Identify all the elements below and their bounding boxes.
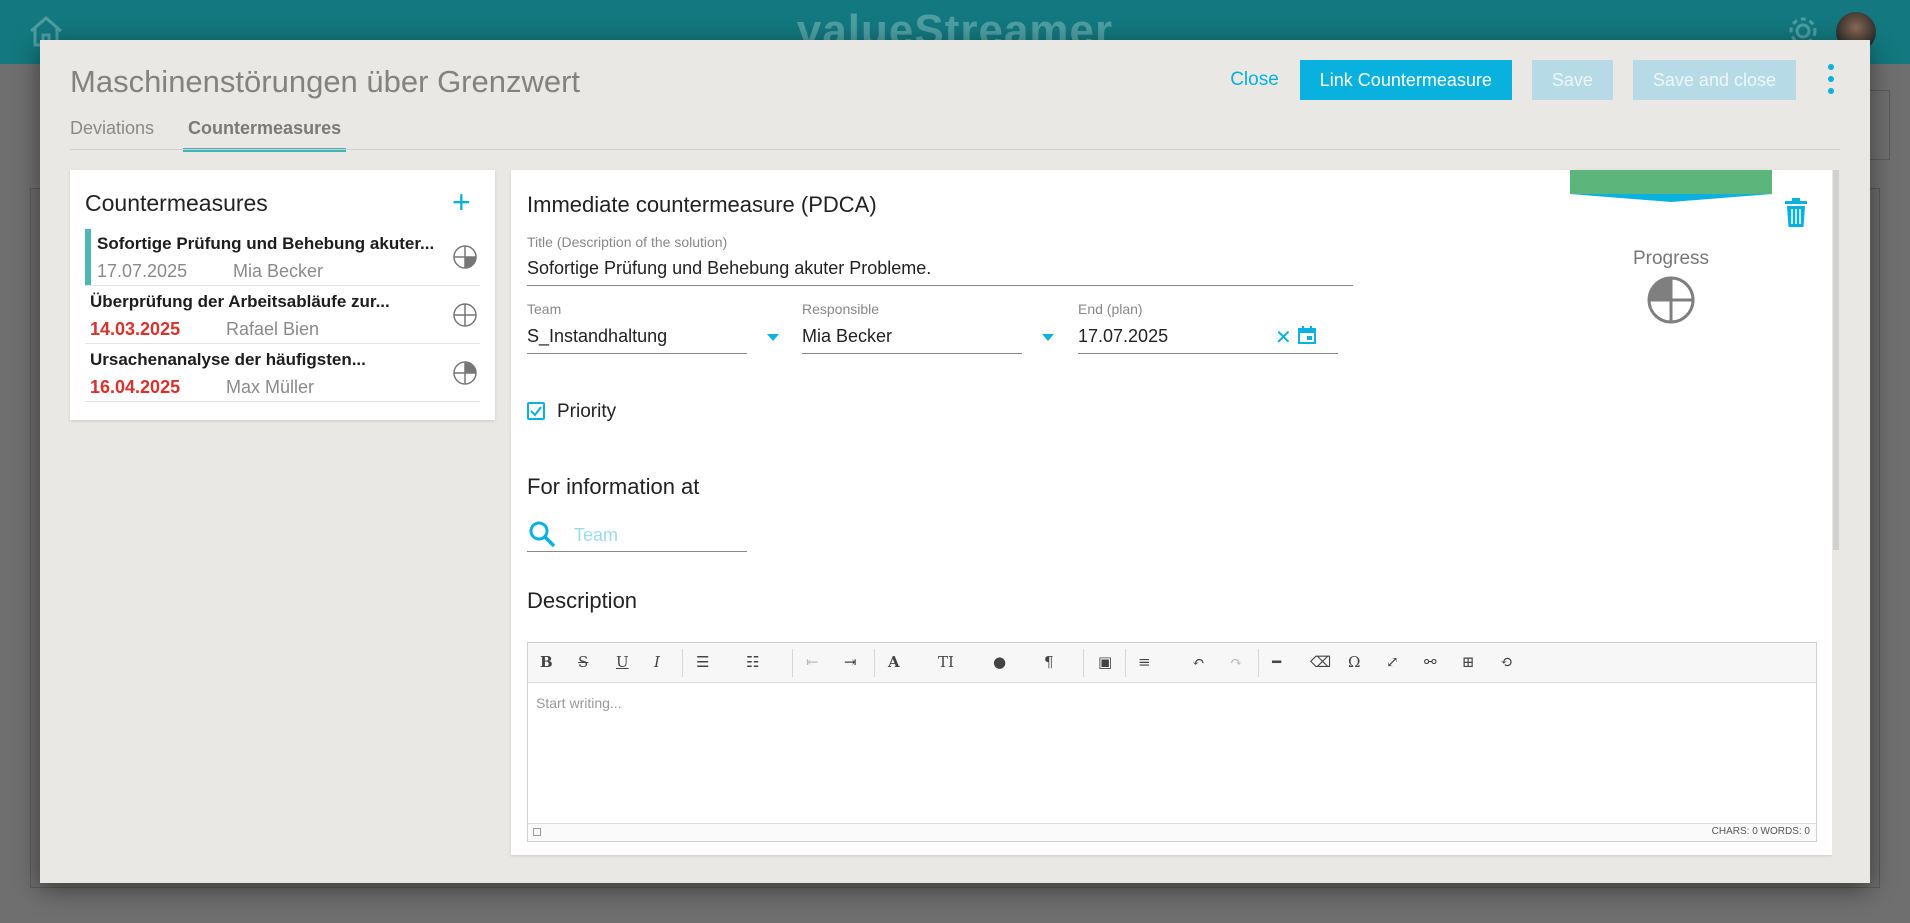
tab-divider	[70, 149, 1840, 150]
priority-checkbox[interactable]	[527, 402, 545, 420]
responsible-underline	[802, 353, 1022, 354]
end-date-underline	[1078, 353, 1338, 354]
progress-pie-icon	[453, 303, 477, 327]
countermeasure-detail: Immediate countermeasure (PDCA) Progress…	[511, 170, 1832, 855]
link-countermeasure-button[interactable]: Link Countermeasure	[1299, 60, 1512, 100]
search-underline	[527, 551, 747, 552]
status-ribbon	[1570, 170, 1772, 202]
item-title: Überprüfung der Arbeitsabläufe zur...	[90, 292, 390, 311]
title-underline	[527, 285, 1353, 286]
list-title: Countermeasures	[85, 190, 268, 216]
bold-icon[interactable]: B	[540, 653, 553, 671]
link-icon[interactable]: ⚯	[1424, 653, 1437, 671]
history-icon[interactable]: ⟲	[1500, 653, 1513, 671]
image-icon[interactable]: ▣	[1098, 653, 1112, 671]
list-item[interactable]: Überprüfung der Arbeitsabläufe zur... 14…	[85, 286, 480, 344]
save-and-close-button[interactable]: Save and close	[1632, 60, 1796, 100]
progress-pie-icon	[453, 245, 477, 269]
outdent-icon[interactable]: ⇤	[806, 653, 819, 671]
item-title: Sofortige Prüfung und Behebung akuter...	[97, 234, 435, 253]
underline-icon[interactable]: U	[616, 653, 629, 671]
team-underline	[527, 353, 747, 354]
info-heading: For information at	[527, 474, 700, 499]
end-date-input[interactable]: 17.07.2025	[1078, 326, 1168, 347]
paragraph-icon[interactable]: ¶	[1044, 653, 1054, 671]
toolbar-divider	[682, 649, 683, 677]
team-search-input[interactable]: Team	[574, 525, 618, 546]
team-select[interactable]: S_Instandhaltung	[527, 326, 667, 347]
toolbar-divider	[1125, 649, 1126, 677]
special-character-icon[interactable]: Ω	[1348, 653, 1360, 671]
indent-icon[interactable]: ⇥	[844, 653, 857, 671]
list-item[interactable]: Sofortige Prüfung und Behebung akuter...…	[85, 228, 480, 286]
toolbar-divider	[1083, 649, 1084, 677]
numbered-list-icon[interactable]: ☷	[746, 653, 759, 671]
close-button[interactable]: Close	[1230, 69, 1279, 91]
item-date: 16.04.2025	[90, 377, 181, 397]
progress-pie-icon	[453, 361, 477, 385]
priority-label: Priority	[557, 401, 617, 422]
color-icon[interactable]: ●	[993, 653, 1006, 671]
font-size-icon[interactable]: TI	[938, 653, 954, 671]
undo-icon[interactable]: ↶	[1192, 653, 1205, 671]
tab-deviations[interactable]: Deviations	[70, 118, 154, 150]
selection-indicator	[85, 229, 91, 285]
table-icon[interactable]: ⊞	[1462, 653, 1475, 671]
modal-title: Maschinenstörungen über Grenzwert	[70, 64, 581, 99]
responsible-label: Responsible	[802, 301, 880, 317]
toolbar-divider	[874, 649, 875, 677]
align-icon[interactable]: ≡	[1138, 653, 1151, 671]
fullscreen-icon[interactable]: ⤢	[1386, 653, 1399, 671]
search-icon	[529, 521, 556, 548]
item-title: Ursachenanalyse der häufigsten...	[90, 350, 366, 369]
strikethrough-icon[interactable]: S	[578, 653, 588, 671]
tab-countermeasures[interactable]: Countermeasures	[183, 118, 347, 152]
list-item[interactable]: Ursachenanalyse der häufigsten... 16.04.…	[85, 344, 480, 402]
resize-handle-icon[interactable]	[533, 828, 541, 836]
italic-icon[interactable]: I	[654, 653, 660, 671]
bullet-list-icon[interactable]: ☰	[696, 653, 709, 671]
chevron-down-icon[interactable]	[767, 334, 779, 341]
detail-scrollbar[interactable]	[1832, 170, 1840, 855]
more-options-icon[interactable]	[1826, 62, 1836, 98]
end-date-label: End (plan)	[1078, 301, 1143, 317]
chevron-down-icon[interactable]	[1042, 334, 1054, 341]
toolbar-divider	[792, 649, 793, 677]
item-date: 17.07.2025	[97, 261, 188, 281]
countermeasure-modal: Maschinenstörungen über Grenzwert Close …	[40, 40, 1870, 883]
scrollbar-thumb[interactable]	[1833, 170, 1839, 550]
toolbar-divider	[1258, 649, 1259, 677]
font-icon[interactable]: A	[888, 653, 900, 671]
item-person: Mia Becker	[233, 261, 324, 281]
title-input[interactable]: Sofortige Prüfung und Behebung akuter Pr…	[527, 258, 931, 279]
item-person: Rafael Bien	[226, 319, 320, 339]
description-heading: Description	[527, 588, 638, 613]
item-date: 14.03.2025	[90, 319, 181, 339]
tab-bar: Deviations Countermeasures	[70, 118, 375, 152]
delete-icon[interactable]	[1784, 198, 1808, 228]
countermeasure-list-panel: Countermeasures + Sofortige Prüfung und …	[70, 170, 495, 420]
eraser-icon[interactable]: ⌫	[1310, 653, 1331, 671]
item-person: Max Müller	[226, 377, 315, 397]
progress-label: Progress	[1632, 248, 1710, 269]
detail-heading: Immediate countermeasure (PDCA)	[527, 192, 877, 217]
add-icon[interactable]: +	[452, 186, 471, 218]
clear-icon[interactable]: ✕	[1275, 325, 1292, 350]
header-actions: Close Link Countermeasure Save Save and …	[1230, 60, 1836, 100]
save-button[interactable]: Save	[1531, 60, 1613, 100]
char-word-count: CHARS: 0 WORDS: 0	[1711, 826, 1810, 837]
title-label: Title (Description of the solution)	[527, 234, 728, 250]
editor-placeholder[interactable]: Start writing...	[536, 695, 622, 711]
editor-statusbar: CHARS: 0 WORDS: 0	[528, 823, 1816, 841]
responsible-select[interactable]: Mia Becker	[802, 326, 892, 347]
team-label: Team	[527, 301, 562, 317]
redo-icon[interactable]: ↷	[1230, 653, 1243, 671]
editor-toolbar: B S U I ☰ ☷ ⇤ ⇥ A TI ● ¶ ▣ ≡ ↶ ↷ ━ ⌫ Ω ⤢…	[528, 643, 1816, 683]
horizontal-line-icon[interactable]: ━	[1272, 653, 1281, 671]
calendar-icon[interactable]	[1298, 326, 1316, 344]
progress-pie-icon[interactable]	[1647, 276, 1695, 324]
rich-text-editor: B S U I ☰ ☷ ⇤ ⇥ A TI ● ¶ ▣ ≡ ↶ ↷ ━ ⌫ Ω ⤢…	[527, 642, 1817, 842]
